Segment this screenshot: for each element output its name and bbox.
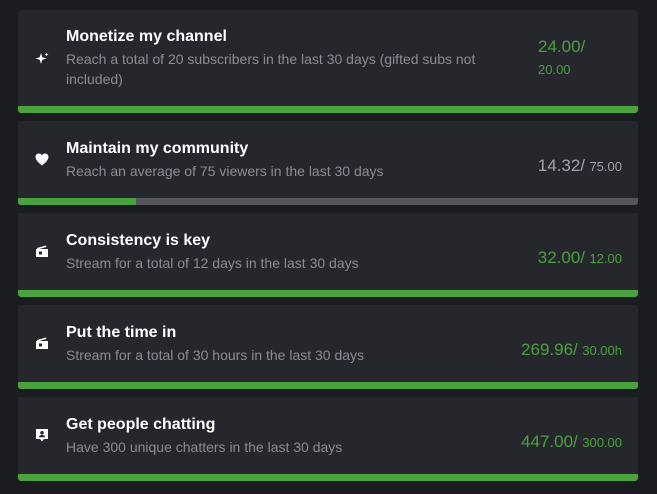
goal-target-value: 75.00: [589, 159, 622, 174]
goal-target-value: 300.00: [582, 435, 622, 450]
goal-title: Monetize my channel: [66, 28, 227, 45]
goal-title: Get people chatting: [66, 416, 216, 433]
video-camera-icon: [35, 244, 49, 258]
goal-value: 24.00/ 20.00: [538, 36, 628, 81]
goal-card-time: Put the time in Stream for a total of 30…: [18, 305, 638, 389]
sparkle-icon: [35, 52, 49, 66]
goal-description: Stream for a total of 30 hours in the la…: [66, 347, 365, 363]
goal-card-monetize: Monetize my channel Reach a total of 20 …: [18, 10, 638, 113]
goal-title: Maintain my community: [66, 140, 249, 157]
goal-progress-bar: [18, 198, 638, 205]
goal-progress-bar: [18, 106, 638, 113]
goal-current-value: 32.00/: [537, 248, 585, 267]
goal-title: Consistency is key: [66, 232, 211, 249]
goal-target-value: 12.00: [589, 251, 622, 266]
goal-target-value: 30.00h: [582, 343, 622, 358]
chat-user-icon: [35, 428, 49, 442]
goal-description: Stream for a total of 12 days in the las…: [66, 255, 359, 271]
goal-description: Have 300 unique chatters in the last 30 …: [66, 439, 343, 455]
goal-value: 447.00/ 300.00: [521, 432, 622, 452]
goal-card-consistency: Consistency is key Stream for a total of…: [18, 213, 638, 297]
goal-progress-fill: [18, 290, 638, 297]
goal-progress-fill: [18, 106, 638, 113]
goal-value: 14.32/ 75.00: [538, 156, 622, 176]
goal-current-value: 447.00/: [521, 432, 578, 451]
goal-value: 32.00/ 12.00: [538, 248, 622, 268]
goal-description: Reach a total of 20 subscribers in the l…: [66, 51, 476, 87]
goal-current-value: 269.96/: [521, 340, 578, 359]
goal-target-value: 20.00: [538, 62, 571, 77]
goal-card-chatting: Get people chatting Have 300 unique chat…: [18, 397, 638, 481]
goal-card-community: Maintain my community Reach an average o…: [18, 121, 638, 205]
goal-progress-bar: [18, 382, 638, 389]
goal-current-value: 24.00/: [538, 37, 586, 56]
goal-progress-fill: [18, 474, 638, 481]
goal-description: Reach an average of 75 viewers in the la…: [66, 163, 384, 179]
goal-current-value: 14.32/: [537, 156, 585, 175]
goal-progress-fill: [18, 198, 136, 205]
heart-icon: [35, 152, 49, 166]
goal-progress-bar: [18, 474, 638, 481]
goal-title: Put the time in: [66, 324, 177, 341]
goal-value: 269.96/ 30.00h: [521, 340, 622, 360]
goal-progress-fill: [18, 382, 638, 389]
video-camera-icon: [35, 336, 49, 350]
goal-progress-bar: [18, 290, 638, 297]
